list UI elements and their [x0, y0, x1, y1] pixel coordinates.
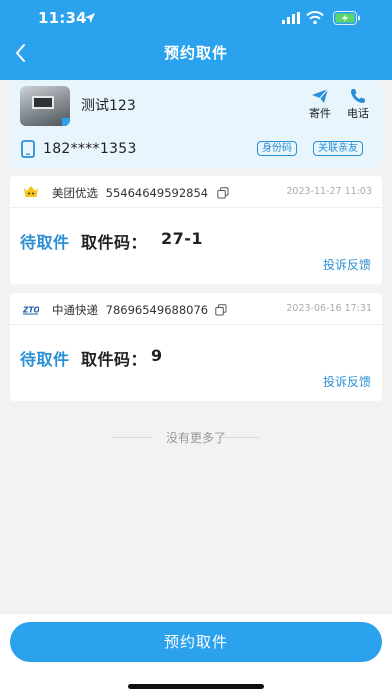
zto-logo-icon: ZTO [23, 306, 39, 315]
paper-plane-icon [312, 88, 329, 103]
tracking-number: 78696549688076 [105, 303, 209, 317]
send-package-button[interactable]: 寄件 [304, 88, 336, 121]
courier-tracking: 中通快递 78696549688076 [52, 302, 208, 318]
copy-icon[interactable] [215, 304, 227, 316]
package-time: 2023-06-16 17:31 [286, 303, 372, 314]
package-header: 美团优选 55464649592854 2023-11-27 11:03 [10, 176, 382, 208]
user-name: 测试123 [81, 98, 136, 114]
phone-number: 182****1353 [43, 141, 137, 157]
complaint-feedback-link[interactable]: 投诉反馈 [323, 373, 371, 390]
pickup-code: 27-1 [161, 229, 204, 248]
id-code-button[interactable]: 身份码 [257, 141, 297, 156]
meituan-logo-icon [24, 186, 38, 197]
package-time: 2023-11-27 11:03 [286, 186, 372, 197]
home-indicator [128, 684, 264, 689]
schedule-pickup-button[interactable]: 预约取件 [10, 622, 382, 662]
avatar [20, 86, 70, 126]
send-package-label: 寄件 [309, 107, 331, 120]
page-title: 预约取件 [163, 44, 228, 62]
package-card: 美团优选 55464649592854 2023-11-27 11:03 待取件… [10, 176, 382, 284]
package-status: 待取件 [20, 233, 70, 252]
no-more-divider: 没有更多了 [0, 428, 392, 448]
package-status: 待取件 [20, 350, 70, 369]
mobile-phone-icon [21, 140, 35, 158]
courier-name: 美团优选 [52, 186, 98, 200]
user-card: 测试123 寄件 电话 182****1353 身份码 关联亲友 [10, 80, 382, 168]
battery-icon [333, 11, 360, 25]
copy-icon[interactable] [217, 187, 229, 199]
svg-text:ZTO: ZTO [23, 306, 39, 315]
courier-name: 中通快递 [52, 303, 98, 317]
package-card: ZTO 中通快递 78696549688076 2023-06-16 17:31… [10, 293, 382, 401]
status-bar: 11:34 [0, 8, 392, 30]
wifi-icon [306, 11, 324, 25]
bottom-bar: 预约取件 [0, 614, 392, 696]
status-time: 11:34 [38, 9, 87, 27]
package-header: ZTO 中通快递 78696549688076 2023-06-16 17:31 [10, 293, 382, 325]
no-more-text: 没有更多了 [165, 431, 226, 445]
pickup-code: 9 [151, 346, 163, 365]
signal-icon [282, 12, 300, 24]
location-arrow-icon [85, 13, 95, 23]
pickup-code-label: 取件码： [81, 350, 148, 369]
phone-icon [351, 89, 365, 103]
linked-relatives-button[interactable]: 关联亲友 [313, 141, 363, 156]
call-label: 电话 [347, 107, 369, 120]
top-header: 11:34 预约取件 [0, 0, 392, 80]
call-button[interactable]: 电话 [342, 88, 374, 121]
pickup-code-label: 取件码： [81, 233, 148, 252]
courier-tracking: 美团优选 55464649592854 [52, 185, 208, 201]
complaint-feedback-link[interactable]: 投诉反馈 [323, 256, 371, 273]
tracking-number: 55464649592854 [105, 186, 209, 200]
